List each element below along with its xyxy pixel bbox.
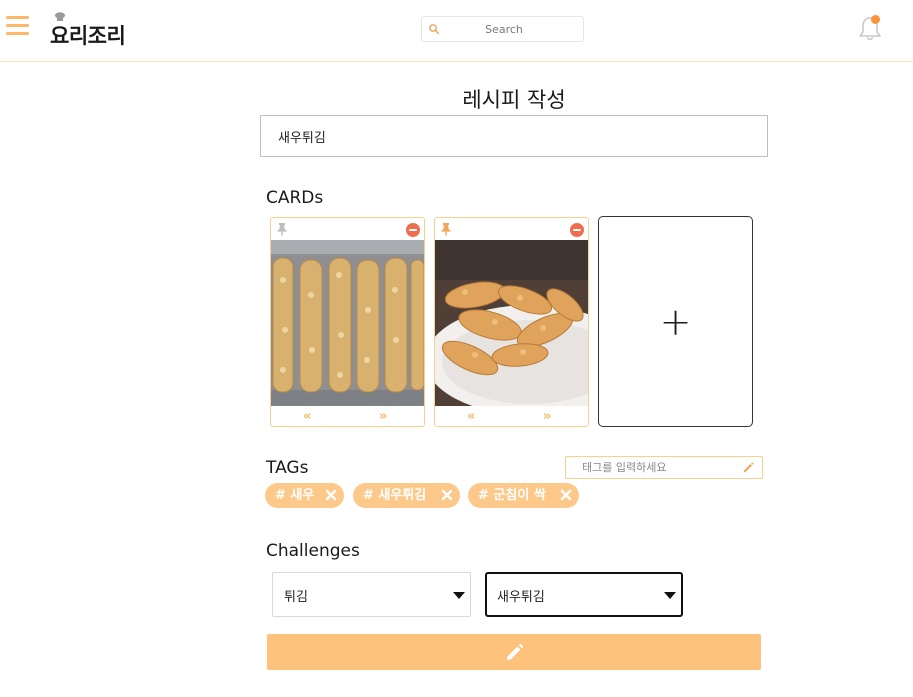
card-navigation: « » xyxy=(271,408,424,426)
tag-label: # 새우 xyxy=(275,488,315,503)
search-input[interactable] xyxy=(444,19,564,39)
recipe-title-input[interactable] xyxy=(260,115,768,157)
pencil-icon xyxy=(506,643,524,661)
tag-input-box[interactable] xyxy=(565,456,763,479)
next-arrow-icon[interactable]: » xyxy=(379,408,387,426)
tag-label: # 새우튀김 xyxy=(363,488,427,503)
hamburger-menu-icon[interactable] xyxy=(6,16,31,40)
app-name: 요리조리 xyxy=(50,24,126,48)
prev-arrow-icon[interactable]: « xyxy=(467,408,475,426)
category-select-value: 튀김 xyxy=(284,590,308,605)
notification-dot xyxy=(871,15,880,24)
page-title: 레시피 작성 xyxy=(462,88,566,112)
recipe-card-2[interactable]: « » xyxy=(434,217,589,427)
fried-shrimp-plate-photo xyxy=(435,240,588,406)
remove-tag-icon[interactable] xyxy=(324,488,338,502)
dropdown-arrow-icon xyxy=(453,592,465,599)
remove-tag-icon[interactable] xyxy=(440,488,454,502)
pin-icon[interactable] xyxy=(440,222,452,236)
add-card-button[interactable]: + xyxy=(598,216,753,427)
pencil-icon[interactable] xyxy=(742,461,755,474)
recipe-card-1[interactable]: « » xyxy=(270,217,425,427)
prev-arrow-icon[interactable]: « xyxy=(303,408,311,426)
fried-shrimp-rows-photo xyxy=(271,240,424,406)
cards-section-label: CARDs xyxy=(266,188,324,208)
dropdown-arrow-icon xyxy=(664,592,676,599)
tag-chip: # 군침이 싹 xyxy=(468,483,579,508)
challenge-select[interactable]: 새우튀김 xyxy=(485,572,683,617)
search-box[interactable] xyxy=(421,16,584,42)
tags-section-label: TAGs xyxy=(266,458,309,478)
tag-label: # 군침이 싹 xyxy=(478,488,546,503)
remove-card-icon[interactable] xyxy=(406,223,420,237)
submit-recipe-button[interactable] xyxy=(267,634,761,670)
pin-icon[interactable] xyxy=(276,222,288,236)
remove-tag-icon[interactable] xyxy=(559,488,573,502)
challenges-section-label: Challenges xyxy=(266,541,360,561)
tag-chip: # 새우 xyxy=(265,483,344,508)
plus-icon: + xyxy=(659,299,692,344)
remove-card-icon[interactable] xyxy=(570,223,584,237)
next-arrow-icon[interactable]: » xyxy=(543,408,551,426)
card-navigation: « » xyxy=(435,408,588,426)
tag-input[interactable] xyxy=(566,458,736,477)
search-icon xyxy=(429,24,440,35)
challenge-select-value: 새우튀김 xyxy=(497,590,545,605)
tag-chip: # 새우튀김 xyxy=(353,483,460,508)
top-header: 요리조리 xyxy=(0,0,913,62)
category-select[interactable]: 튀김 xyxy=(272,572,471,617)
